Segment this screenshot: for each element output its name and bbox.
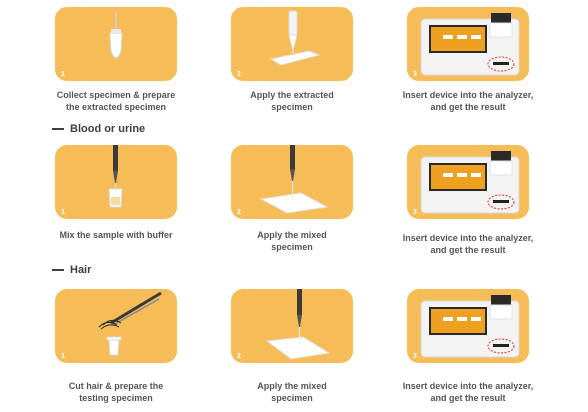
step-number: 3 xyxy=(413,209,417,216)
step-caption-r1-2: Apply the extracted specimen xyxy=(250,90,334,112)
step-number: 3 xyxy=(413,71,417,78)
step-card-r2-3: 3 xyxy=(407,145,529,219)
step-card-r1-1: 1 xyxy=(55,7,177,81)
step-number: 2 xyxy=(237,353,241,360)
step-card-r2-1: 1 xyxy=(55,145,177,219)
step-caption-r3-3: Insert device into the analyzer, and get… xyxy=(402,381,534,403)
step-caption-r2-2: Apply the mixed specimen xyxy=(257,230,327,252)
step-card-r3-3: 3 xyxy=(407,289,529,363)
pipette-tube-icon xyxy=(108,145,123,208)
section-title-hair: Hair xyxy=(52,264,91,276)
pipette-strip-icon xyxy=(265,289,331,360)
step-number: 1 xyxy=(61,71,65,78)
dropper-strip-icon xyxy=(269,10,321,66)
analyzer-icon xyxy=(420,151,520,214)
step-number: 1 xyxy=(61,353,65,360)
step-card-r1-3: 3 xyxy=(407,7,529,81)
step-card-r3-2: 2 xyxy=(231,289,353,363)
step-caption-r3-1: Cut hair & prepare the testing specimen xyxy=(68,381,164,403)
step-caption-r1-3: Insert device into the analyzer, and get… xyxy=(402,90,534,112)
section-dash xyxy=(52,128,64,130)
step-card-r2-2: 2 xyxy=(231,145,353,219)
step-card-r3-1: 1 xyxy=(55,289,177,363)
section-dash xyxy=(52,269,64,271)
analyzer-icon xyxy=(420,295,520,358)
section-title-blood-urine: Blood or urine xyxy=(52,123,145,135)
step-number: 2 xyxy=(237,71,241,78)
swab-tube-icon xyxy=(109,13,123,59)
step-caption-r1-1: Collect specimen & prepare the extracted… xyxy=(56,90,176,112)
step-card-r1-2: 2 xyxy=(231,7,353,81)
step-caption-r3-2: Apply the mixed specimen xyxy=(257,381,327,403)
pipette-strip-icon xyxy=(259,145,329,214)
step-caption-r2-1: Mix the sample with buffer xyxy=(59,230,173,240)
step-number: 1 xyxy=(61,209,65,216)
step-number: 3 xyxy=(413,353,417,360)
step-number: 2 xyxy=(237,209,241,216)
step-caption-r2-3: Insert device into the analyzer, and get… xyxy=(402,233,534,255)
analyzer-icon xyxy=(420,13,520,76)
scissors-hair-icon xyxy=(98,291,162,356)
